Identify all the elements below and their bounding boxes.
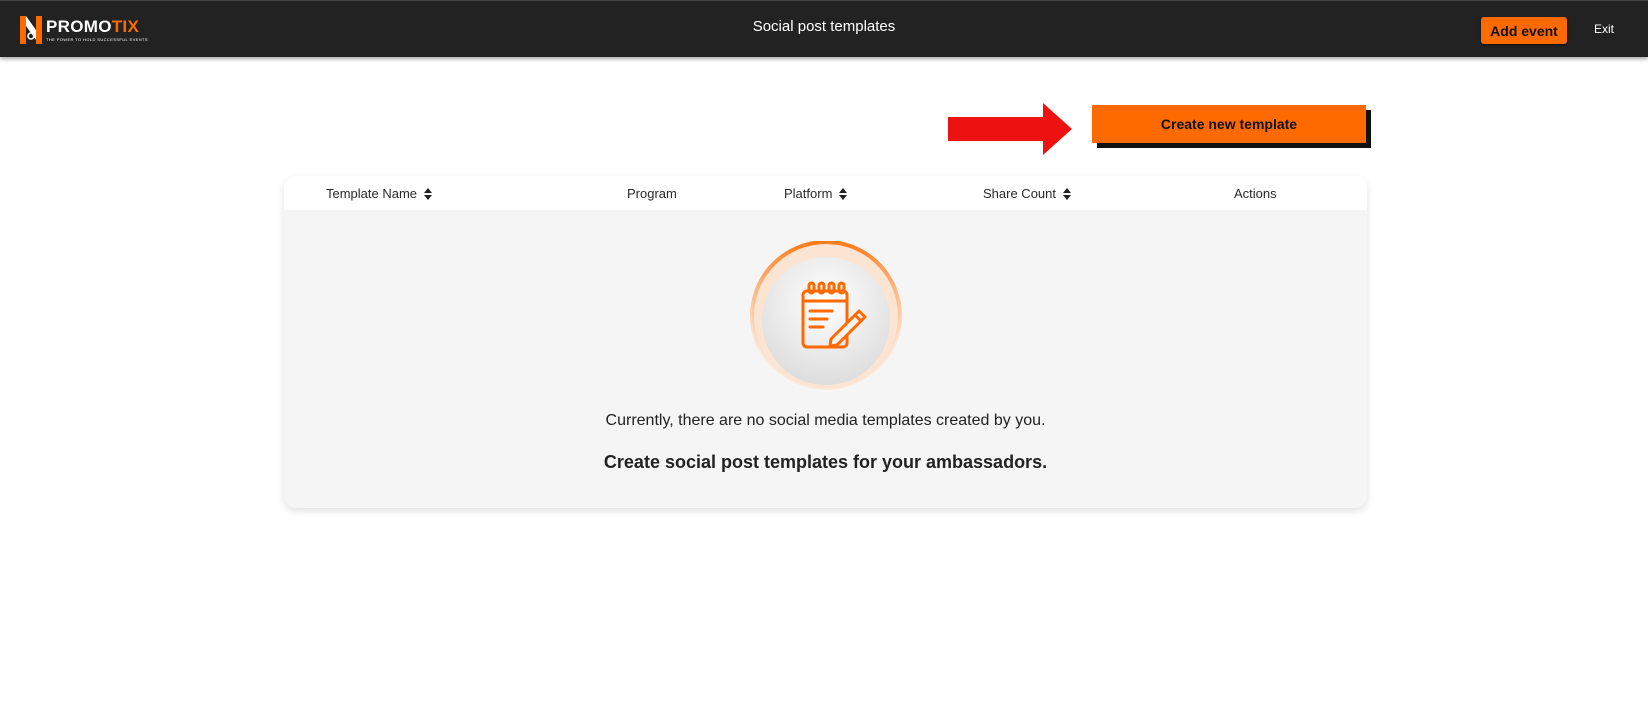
empty-state-message: Currently, there are no social media tem…	[605, 412, 1046, 429]
column-label: Actions	[1234, 186, 1277, 201]
column-header-platform[interactable]: Platform	[784, 186, 848, 201]
column-header-actions: Actions	[1234, 186, 1277, 201]
column-label: Program	[627, 186, 677, 201]
sort-icon[interactable]	[839, 187, 848, 200]
table-header-row: Template Name Program Platform Share Cou…	[284, 176, 1367, 210]
create-new-template-button[interactable]: Create new template	[1092, 105, 1366, 143]
exit-link[interactable]: Exit	[1594, 22, 1614, 36]
top-navigation-bar: PROMOTIX The power to hold successful ev…	[0, 0, 1648, 57]
column-label: Platform	[784, 186, 833, 201]
red-arrow-icon	[948, 103, 1072, 155]
column-label: Template Name	[326, 186, 418, 201]
page-title: Social post templates	[752, 18, 896, 35]
column-header-template-name[interactable]: Template Name	[326, 186, 433, 201]
column-label: Share Count	[983, 186, 1056, 201]
column-header-program: Program	[627, 186, 677, 201]
logo-tagline: The power to hold successful events	[46, 37, 148, 42]
column-header-share-count[interactable]: Share Count	[983, 186, 1071, 201]
notepad-pencil-icon	[750, 241, 902, 392]
sort-icon[interactable]	[1063, 187, 1071, 200]
sort-icon[interactable]	[424, 187, 433, 200]
templates-table-card: Template Name Program Platform Share Cou…	[284, 176, 1367, 508]
add-event-button[interactable]: Add event	[1481, 17, 1567, 44]
empty-state-cta-text: Create social post templates for your am…	[603, 452, 1048, 472]
